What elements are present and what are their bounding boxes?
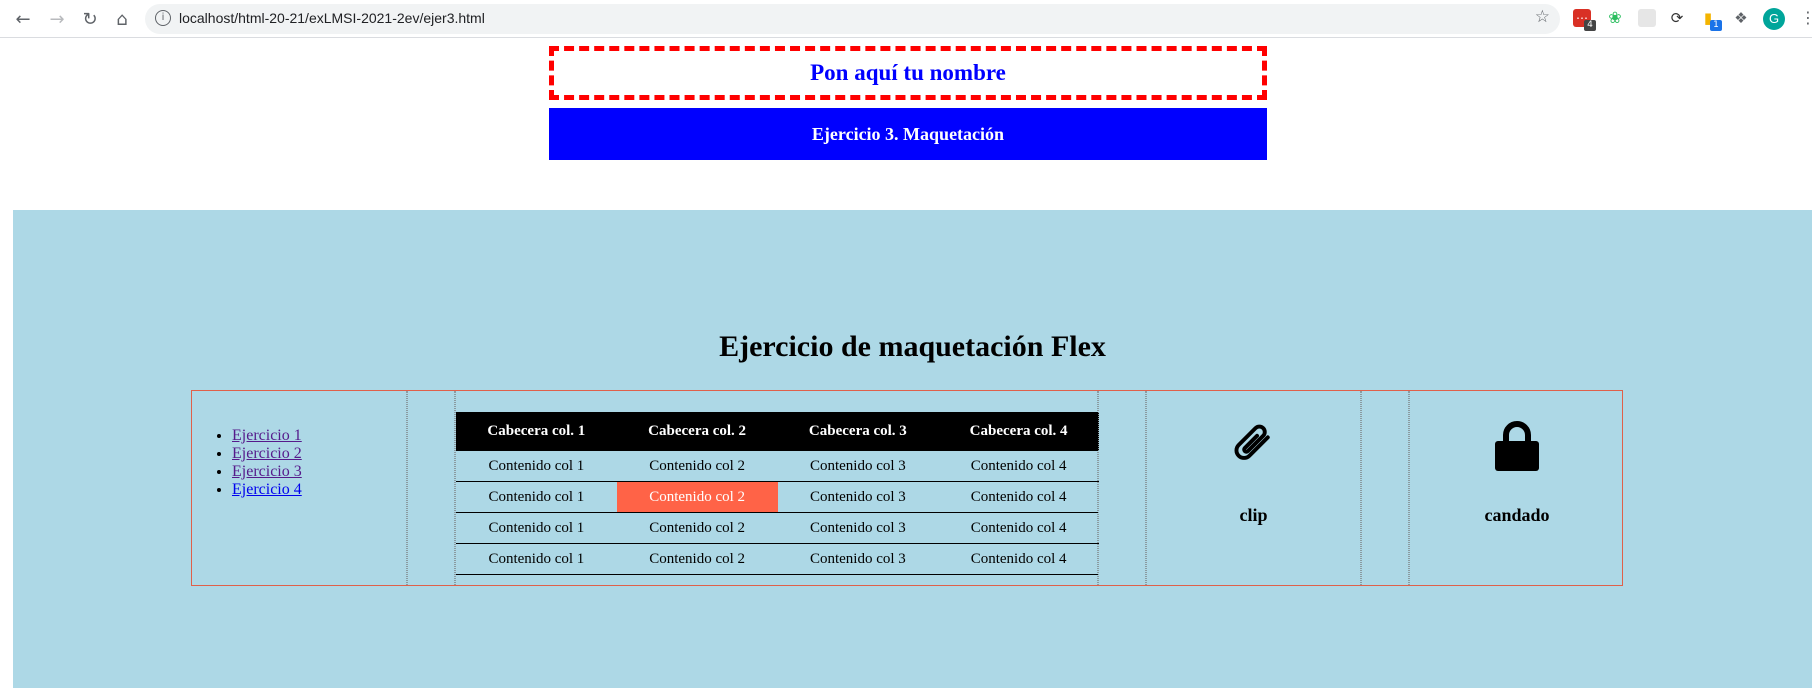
table-cell: Contenido col 3 bbox=[777, 451, 939, 482]
bookmark-star-icon[interactable]: ☆ bbox=[1535, 7, 1550, 27]
table-cell: Contenido col 3 bbox=[777, 543, 939, 575]
table-cell: Contenido col 1 bbox=[456, 543, 617, 575]
table-cell: Contenido col 4 bbox=[938, 451, 1099, 482]
table-row: Contenido col 1 Contenido col 2 Contenid… bbox=[456, 451, 1099, 482]
table-cell: Contenido col 4 bbox=[938, 481, 1099, 513]
table-cell: Contenido col 3 bbox=[777, 481, 939, 513]
table-row: Contenido col 1 Contenido col 2 Contenid… bbox=[456, 543, 1099, 575]
flex-section: Ejercicio de maquetación Flex Ejercicio … bbox=[13, 210, 1812, 688]
spacer-column bbox=[407, 391, 455, 585]
profile-avatar[interactable]: G bbox=[1763, 8, 1785, 30]
table-cell: Contenido col 4 bbox=[938, 543, 1099, 575]
lock-label: candado bbox=[1484, 505, 1550, 525]
table-row: Contenido col 1 Contenido col 2 Contenid… bbox=[456, 512, 1099, 544]
reload-icon[interactable]: ↻ bbox=[78, 7, 102, 31]
evernote-icon[interactable]: ❀ bbox=[1606, 9, 1624, 27]
extension-badge: 4 bbox=[1584, 20, 1596, 31]
forward-icon[interactable]: → bbox=[45, 7, 69, 31]
link-ejercicio-4[interactable]: Ejercicio 4 bbox=[232, 481, 302, 498]
home-icon[interactable]: ⌂ bbox=[110, 7, 134, 31]
table-column: Cabecera col. 1 Cabecera col. 2 Cabecera… bbox=[455, 391, 1099, 585]
page-extension-icon[interactable] bbox=[1638, 9, 1656, 27]
exercise-header: Ejercicio 3. Maquetación bbox=[549, 108, 1267, 160]
name-placeholder-box: Pon aquí tu nombre bbox=[549, 46, 1267, 100]
spacer-column bbox=[1361, 391, 1409, 585]
spacer-column bbox=[1098, 391, 1146, 585]
table-cell: Contenido col 1 bbox=[456, 481, 617, 513]
table-row: Contenido col 1 Contenido col 2 Contenid… bbox=[456, 481, 1099, 513]
table-header-cell: Cabecera col. 4 bbox=[938, 412, 1099, 451]
table-cell: Contenido col 2 bbox=[616, 512, 778, 544]
url-text[interactable]: localhost/html-20-21/exLMSI-2021-2ev/eje… bbox=[179, 10, 485, 26]
nav-menu: Ejercicio 1 Ejercicio 2 Ejercicio 3 Ejer… bbox=[192, 391, 407, 585]
sync-icon[interactable]: ⟳ bbox=[1668, 9, 1686, 27]
table-cell-highlighted: Contenido col 2 bbox=[616, 481, 778, 513]
table-cell: Contenido col 2 bbox=[616, 543, 778, 575]
name-placeholder-text: Pon aquí tu nombre bbox=[810, 60, 1006, 85]
table-cell: Contenido col 2 bbox=[616, 451, 778, 482]
lock-icon bbox=[1410, 419, 1624, 473]
link-ejercicio-3[interactable]: Ejercicio 3 bbox=[232, 463, 302, 480]
content-table: Cabecera col. 1 Cabecera col. 2 Cabecera… bbox=[456, 412, 1099, 575]
todoist-icon[interactable]: ⋯ 4 bbox=[1573, 9, 1596, 31]
paperclip-icon bbox=[1147, 419, 1360, 471]
clip-card: clip bbox=[1146, 391, 1361, 585]
clip-label: clip bbox=[1239, 505, 1268, 525]
menu-item: Ejercicio 4 bbox=[232, 481, 302, 499]
back-icon[interactable]: ← bbox=[11, 7, 35, 31]
browser-toolbar: ← → ↻ ⌂ i localhost/html-20-21/exLMSI-20… bbox=[0, 0, 1812, 38]
link-ejercicio-1[interactable]: Ejercicio 1 bbox=[232, 427, 302, 444]
section-title: Ejercicio de maquetación Flex bbox=[719, 330, 1106, 363]
table-cell: Contenido col 3 bbox=[777, 512, 939, 544]
table-header-row: Cabecera col. 1 Cabecera col. 2 Cabecera… bbox=[456, 412, 1099, 451]
menu-kebab-icon[interactable]: ⋮ bbox=[1800, 8, 1812, 27]
menu-item: Ejercicio 2 bbox=[232, 445, 302, 463]
menu-list: Ejercicio 1 Ejercicio 2 Ejercicio 3 Ejer… bbox=[192, 427, 302, 499]
table-cell: Contenido col 1 bbox=[456, 451, 617, 482]
site-info-icon[interactable]: i bbox=[155, 10, 171, 26]
flex-container: Ejercicio 1 Ejercicio 2 Ejercicio 3 Ejer… bbox=[191, 390, 1623, 586]
extensions-puzzle-icon[interactable]: ❖ bbox=[1732, 9, 1750, 27]
extension-badge: 1 bbox=[1710, 20, 1722, 31]
address-bar[interactable]: i localhost/html-20-21/exLMSI-2021-2ev/e… bbox=[145, 4, 1560, 34]
table-cell: Contenido col 4 bbox=[938, 512, 1099, 544]
exercise-title: Ejercicio 3. Maquetación bbox=[811, 123, 1005, 144]
table-cell: Contenido col 1 bbox=[456, 512, 617, 544]
menu-item: Ejercicio 1 bbox=[232, 427, 302, 445]
notes-icon[interactable]: ▮ 1 bbox=[1699, 9, 1722, 31]
table-header-cell: Cabecera col. 2 bbox=[616, 412, 778, 451]
lock-card: candado bbox=[1409, 391, 1624, 585]
table-header-cell: Cabecera col. 3 bbox=[777, 412, 939, 451]
table-header-cell: Cabecera col. 1 bbox=[456, 412, 617, 451]
link-ejercicio-2[interactable]: Ejercicio 2 bbox=[232, 445, 302, 462]
menu-item: Ejercicio 3 bbox=[232, 463, 302, 481]
